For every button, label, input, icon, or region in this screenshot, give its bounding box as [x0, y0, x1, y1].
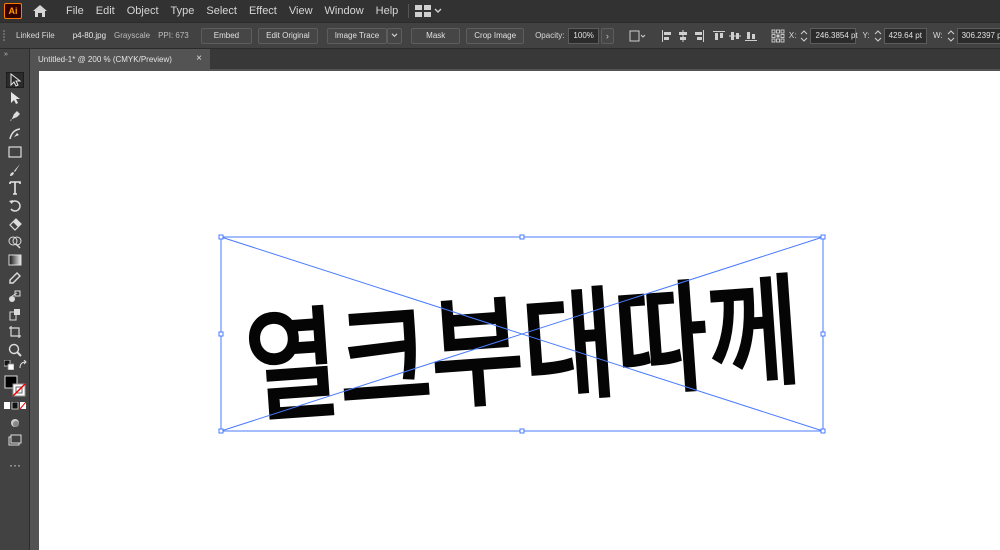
chevron-down-icon: [434, 8, 442, 13]
edit-toolbar-icon[interactable]: ···: [6, 457, 24, 473]
crop-image-button[interactable]: Crop Image: [466, 27, 525, 44]
artboard[interactable]: [39, 71, 1000, 550]
drawing-mode-icon[interactable]: [6, 415, 24, 431]
x-label: X:: [788, 31, 797, 40]
opacity-label: Opacity:: [535, 31, 565, 40]
menu-object[interactable]: Object: [121, 0, 165, 22]
menu-view[interactable]: View: [283, 0, 319, 22]
opacity-stepper[interactable]: ›: [600, 27, 614, 44]
opacity-field[interactable]: 100%: [568, 27, 599, 44]
panel-grip-icon: [2, 29, 6, 43]
menu-effect[interactable]: Effect: [243, 0, 283, 22]
linked-file-label: Linked File: [16, 31, 55, 40]
reference-point-icon[interactable]: [771, 29, 785, 43]
y-field[interactable]: 429.64 pt: [883, 27, 927, 44]
curvature-tool-icon[interactable]: [6, 126, 24, 142]
chevron-down-icon: [391, 33, 398, 38]
fill-stroke-swatch[interactable]: [4, 375, 26, 397]
eraser-tool-icon[interactable]: [6, 216, 24, 232]
workspace-switcher[interactable]: [415, 5, 442, 17]
align-right-icon[interactable]: [693, 29, 705, 43]
menu-select[interactable]: Select: [200, 0, 243, 22]
rectangle-tool-icon[interactable]: [6, 144, 24, 160]
swap-colors-icon[interactable]: [18, 360, 28, 370]
ppi-label: PPI: 673: [158, 31, 189, 40]
x-field[interactable]: 246.3854 pt: [810, 27, 858, 44]
gradient-tool-icon[interactable]: [6, 252, 24, 268]
menu-window[interactable]: Window: [319, 0, 370, 22]
selection-tool-icon[interactable]: [6, 72, 24, 88]
document-tab-title: Untitled-1* @ 200 % (CMYK/Preview): [38, 54, 172, 64]
pasteboard[interactable]: [31, 69, 1000, 550]
image-trace-button[interactable]: Image Trace: [326, 27, 388, 44]
w-stepper-icon[interactable]: [947, 29, 955, 43]
y-label: Y:: [862, 31, 870, 40]
y-stepper-icon[interactable]: [874, 29, 882, 43]
menu-type[interactable]: Type: [165, 0, 201, 22]
document-tab[interactable]: Untitled-1* @ 200 % (CMYK/Preview) ×: [30, 49, 210, 69]
blend-tool-icon[interactable]: [6, 288, 24, 304]
workspace-grid-icon: [415, 5, 432, 17]
w-field[interactable]: 306.2397 pt: [956, 27, 1000, 44]
w-label: W:: [932, 31, 943, 40]
menu-divider: [408, 4, 410, 18]
align-bottom-icon[interactable]: [744, 29, 757, 43]
eyedropper-tool-icon[interactable]: [6, 270, 24, 286]
screen-mode-icon[interactable]: [6, 432, 24, 448]
app-logo: Ai: [4, 3, 22, 19]
symbol-sprayer-tool-icon[interactable]: [6, 306, 24, 322]
rotate-tool-icon[interactable]: [6, 198, 24, 214]
expand-toolbar-icon[interactable]: »: [4, 51, 8, 58]
mask-button[interactable]: Mask: [411, 27, 461, 44]
align-top-icon[interactable]: [712, 29, 725, 43]
control-bar: Linked File p4-80.jpg Grayscale PPI: 673…: [0, 22, 1000, 49]
type-tool-icon[interactable]: [6, 180, 24, 196]
embed-button[interactable]: Embed: [200, 27, 253, 44]
transform-reference-icon[interactable]: [629, 29, 647, 43]
home-icon[interactable]: [30, 3, 50, 19]
menu-bar: Ai File Edit Object Type Select Effect V…: [0, 0, 1000, 22]
color-mode-label: Grayscale: [114, 31, 151, 40]
menu-file[interactable]: File: [60, 0, 90, 22]
shape-builder-tool-icon[interactable]: [6, 234, 24, 250]
close-icon[interactable]: ×: [196, 53, 202, 64]
linked-filename-link[interactable]: p4-80.jpg: [69, 31, 110, 40]
align-left-icon[interactable]: [661, 29, 673, 43]
default-colors-icon[interactable]: [4, 360, 14, 370]
edit-original-button[interactable]: Edit Original: [258, 27, 318, 44]
tools-panel: » ···: [0, 49, 30, 550]
illustrator-window: Ai File Edit Object Type Select Effect V…: [0, 0, 1000, 550]
color-mode-buttons[interactable]: [4, 401, 26, 411]
image-trace-label: Image Trace: [334, 31, 380, 40]
align-middle-icon[interactable]: [728, 29, 741, 43]
menu-edit[interactable]: Edit: [90, 0, 121, 22]
x-stepper-icon[interactable]: [800, 29, 808, 43]
paintbrush-tool-icon[interactable]: [6, 162, 24, 178]
artboard-tool-icon[interactable]: [6, 324, 24, 340]
document-tab-bar: Untitled-1* @ 200 % (CMYK/Preview) ×: [30, 49, 1000, 69]
image-trace-dropdown[interactable]: [387, 27, 403, 44]
direct-selection-tool-icon[interactable]: [6, 90, 24, 106]
chevron-right-icon: ›: [605, 30, 609, 41]
pen-tool-icon[interactable]: [6, 108, 24, 124]
menu-help[interactable]: Help: [370, 0, 405, 22]
align-center-icon[interactable]: [677, 29, 689, 43]
zoom-tool-icon[interactable]: [6, 342, 24, 358]
